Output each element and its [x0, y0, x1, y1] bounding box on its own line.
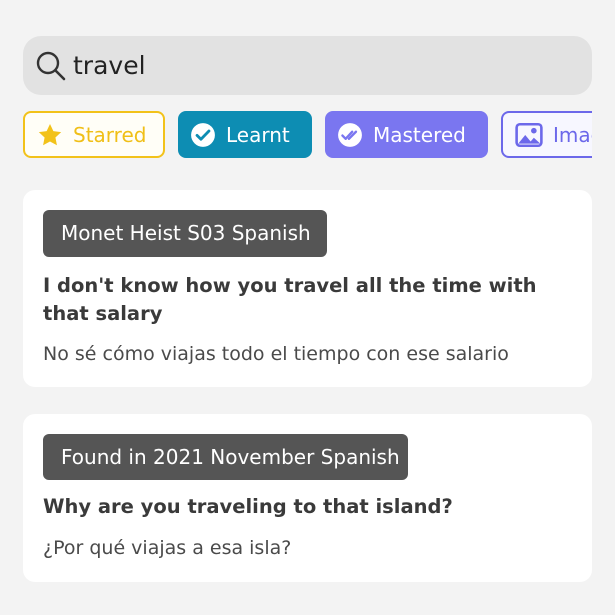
check-circle-icon	[191, 122, 215, 147]
filter-chip-mastered[interactable]: Mastered	[325, 111, 488, 158]
filter-chip-starred[interactable]: Starred	[23, 111, 165, 158]
source-tag[interactable]: Monet Heist S03 Spanish	[43, 210, 327, 257]
filter-chip-learnt[interactable]: Learnt	[178, 111, 312, 158]
search-icon	[35, 50, 67, 82]
sentence-text: Why are you traveling to that island?	[43, 495, 453, 518]
sentence-text: I don't know how you travel all the time…	[43, 274, 537, 325]
search-bar[interactable]	[23, 36, 592, 95]
filter-chip-images[interactable]: Images	[501, 111, 592, 158]
filter-chip-label: Mastered	[373, 122, 466, 147]
search-input[interactable]	[73, 51, 553, 80]
star-icon	[38, 123, 62, 145]
filter-chip-label: Images	[553, 122, 592, 147]
translation-text: No sé cómo viajas todo el tiempo con ese…	[43, 343, 509, 365]
result-card[interactable]: Monet Heist S03 Spanish I don't know how…	[23, 190, 592, 387]
source-tag[interactable]: Found in 2021 November Spanish	[43, 434, 408, 480]
filter-chip-label: Starred	[73, 122, 147, 147]
filter-chip-label: Learnt	[226, 122, 290, 147]
filter-chips: Starred Learnt Mastered Images	[23, 111, 592, 158]
image-icon	[515, 122, 543, 147]
result-card[interactable]: Found in 2021 November Spanish Why are y…	[23, 414, 592, 582]
double-check-circle-icon	[338, 122, 362, 147]
translation-text: ¿Por qué viajas a esa isla?	[43, 537, 292, 559]
